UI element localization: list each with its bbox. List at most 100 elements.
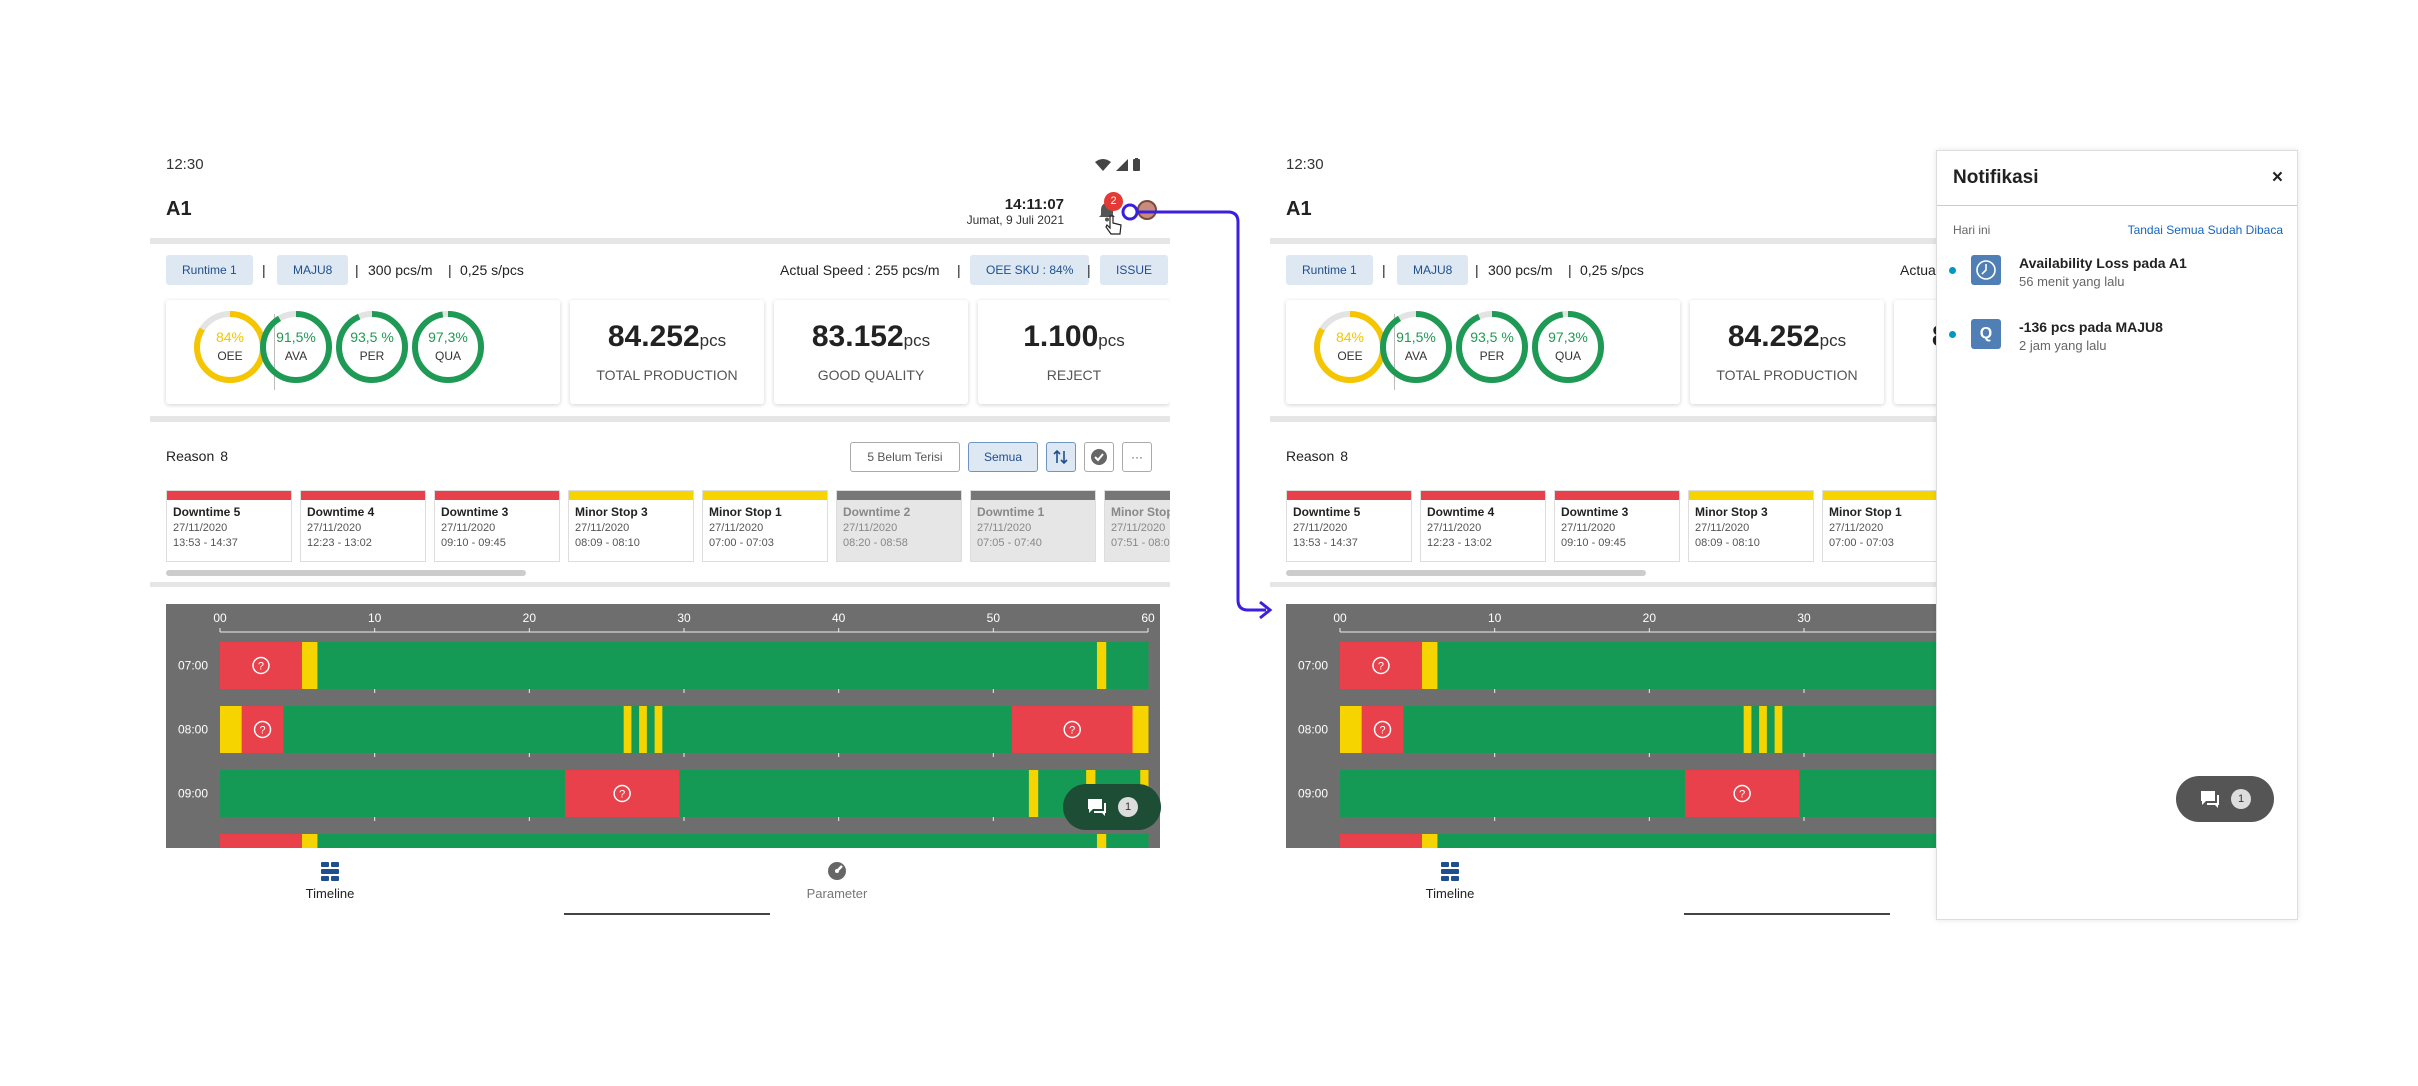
stat-card-total: 84.252pcs TOTAL PRODUCTION bbox=[1690, 300, 1884, 404]
timeline-segment-minor[interactable] bbox=[1028, 770, 1039, 817]
notification-title: Availability Loss pada A1 bbox=[2019, 255, 2187, 271]
sku-chip[interactable]: MAJU8 bbox=[277, 255, 349, 285]
notification-title: Notifikasi bbox=[1953, 167, 2039, 188]
unread-dot bbox=[1949, 331, 1956, 338]
timeline-segment-minor[interactable] bbox=[623, 706, 632, 753]
notification-item[interactable]: Availability Loss pada A1 56 menit yang … bbox=[1947, 253, 2287, 293]
nav-parameter[interactable]: Parameter bbox=[767, 860, 907, 901]
reason-time: 09:10 - 09:45 bbox=[1561, 537, 1626, 549]
scrollbar[interactable] bbox=[166, 570, 526, 576]
question-mark: ? bbox=[619, 789, 625, 801]
timeline-segment-minor[interactable] bbox=[654, 706, 663, 753]
timeline-segment-minor[interactable] bbox=[1774, 706, 1783, 753]
reason-card[interactable]: Downtime 4 27/11/2020 12:23 - 13:02 bbox=[300, 490, 426, 562]
timeline-segment-run bbox=[1340, 770, 1686, 817]
connector-line bbox=[1137, 210, 1266, 612]
gauge-value: 84% bbox=[1335, 329, 1365, 345]
nav-timeline[interactable]: Timeline bbox=[1380, 860, 1520, 901]
reason-date: 27/11/2020 bbox=[977, 522, 1032, 534]
timeline-segment-minor[interactable] bbox=[1421, 834, 1438, 848]
clock-time: 14:11:07 bbox=[1004, 196, 1064, 213]
reason-card[interactable]: Minor Stop 3 27/11/2020 08:09 - 08:10 bbox=[1688, 490, 1814, 562]
timeline-segment-minor[interactable] bbox=[301, 642, 318, 689]
close-icon[interactable]: × bbox=[2272, 167, 2283, 189]
question-mark: ? bbox=[1379, 725, 1385, 737]
divider bbox=[1937, 205, 2297, 206]
reason-header: Reason 8 bbox=[1286, 448, 1348, 464]
check-circle-icon[interactable] bbox=[1084, 442, 1114, 472]
speed-text: 300 pcs/m bbox=[1488, 262, 1553, 278]
reason-color-bar bbox=[569, 491, 693, 500]
timeline-segment-down[interactable] bbox=[220, 834, 303, 848]
gauge-value: 97,3% bbox=[428, 329, 468, 345]
mark-all-read-link[interactable]: Tandai Semua Sudah Dibaca bbox=[2128, 223, 2283, 237]
reason-card[interactable]: Downtime 1 27/11/2020 07:05 - 07:40 bbox=[970, 490, 1096, 562]
reason-card[interactable]: Downtime 5 27/11/2020 13:53 - 14:37 bbox=[166, 490, 292, 562]
sort-icon[interactable] bbox=[1046, 442, 1076, 472]
timeline-segment-minor[interactable] bbox=[220, 706, 243, 753]
filter-unfilled-button[interactable]: 5 Belum Terisi bbox=[850, 442, 960, 472]
chat-fab[interactable]: 1 bbox=[1063, 784, 1161, 830]
reason-card[interactable]: Downtime 5 27/11/2020 13:53 - 14:37 bbox=[1286, 490, 1412, 562]
reason-name: Downtime 3 bbox=[441, 505, 509, 519]
timeline-segment-down[interactable] bbox=[1340, 834, 1423, 848]
question-mark: ? bbox=[259, 725, 265, 737]
question-mark: ? bbox=[1069, 725, 1075, 737]
sku-chip[interactable]: MAJU8 bbox=[1397, 255, 1469, 285]
gauge-value: 97,3% bbox=[1548, 329, 1588, 345]
runtime-chip[interactable]: Runtime 1 bbox=[166, 255, 253, 285]
gauge-per: 93,5 % PER bbox=[334, 309, 410, 385]
scrollbar[interactable] bbox=[1286, 570, 1646, 576]
gauge-label: PER bbox=[1479, 349, 1505, 363]
reason-date: 27/11/2020 bbox=[1427, 522, 1482, 534]
timeline-segment-minor[interactable] bbox=[1743, 706, 1752, 753]
filter-all-button[interactable]: Semua bbox=[968, 442, 1038, 472]
hour-label: 07:00 bbox=[1298, 659, 1328, 673]
page-title: A1 bbox=[1286, 198, 1312, 220]
reason-card[interactable]: Downtime 2 27/11/2020 08:20 - 08:58 bbox=[836, 490, 962, 562]
chat-icon bbox=[1088, 799, 1106, 816]
reason-time: 13:53 - 14:37 bbox=[1293, 537, 1358, 549]
timeline-segment-minor[interactable] bbox=[1421, 642, 1438, 689]
runtime-chip[interactable]: Runtime 1 bbox=[1286, 255, 1373, 285]
timeline-segment-minor[interactable] bbox=[1096, 834, 1107, 848]
stat-label: TOTAL PRODUCTION bbox=[596, 367, 738, 383]
timeline-segment-minor[interactable] bbox=[301, 834, 318, 848]
gauge-value: 84% bbox=[215, 329, 245, 345]
gauge-label: PER bbox=[359, 349, 385, 363]
minute-tick-label: 40 bbox=[832, 611, 846, 625]
reason-card[interactable]: Minor Stop 3 27/11/2020 08:09 - 08:10 bbox=[568, 490, 694, 562]
reason-time: 08:20 - 08:58 bbox=[843, 537, 908, 549]
timeline-segment-minor[interactable] bbox=[1096, 642, 1107, 689]
reason-card[interactable]: Downtime 3 27/11/2020 09:10 - 09:45 bbox=[434, 490, 560, 562]
reason-name: Downtime 4 bbox=[1427, 505, 1495, 519]
separator: | bbox=[448, 262, 452, 278]
screen-main: 12:30 A1 14:11:07 Jumat, 9 Juli 2021 2 R… bbox=[150, 140, 1170, 920]
reason-card[interactable]: Minor Stop 1 27/11/2020 07:00 - 07:03 bbox=[702, 490, 828, 562]
timeline-segment-minor[interactable] bbox=[1340, 706, 1363, 753]
notification-item[interactable]: Q -136 pcs pada MAJU8 2 jam yang lalu bbox=[1947, 317, 2287, 357]
reason-time: 08:09 - 08:10 bbox=[1695, 537, 1760, 549]
nav-timeline[interactable]: Timeline bbox=[260, 860, 400, 901]
gauge-label: OEE bbox=[217, 349, 243, 363]
minute-tick-label: 20 bbox=[1643, 611, 1657, 625]
gauge-oee: 84% OEE bbox=[192, 309, 268, 385]
separator: | bbox=[355, 262, 359, 278]
reason-time: 07:05 - 07:40 bbox=[977, 537, 1042, 549]
timeline-segment-run bbox=[317, 834, 1098, 848]
timeline-segment-minor[interactable] bbox=[639, 706, 648, 753]
reason-card[interactable]: Downtime 4 27/11/2020 12:23 - 13:02 bbox=[1420, 490, 1546, 562]
cycle-text: 0,25 s/pcs bbox=[460, 262, 524, 278]
oee-sku-chip[interactable]: OEE SKU : 84% bbox=[970, 255, 1090, 285]
chat-fab[interactable]: 1 bbox=[2176, 776, 2274, 822]
timeline-segment-minor[interactable] bbox=[1132, 706, 1149, 753]
reason-card[interactable]: Downtime 3 27/11/2020 09:10 - 09:45 bbox=[1554, 490, 1680, 562]
notification-time: 56 menit yang lalu bbox=[2019, 274, 2125, 289]
timeline-segment-run bbox=[1106, 834, 1149, 848]
reason-time: 13:53 - 14:37 bbox=[173, 537, 238, 549]
gauge-fill bbox=[1532, 311, 1604, 383]
reason-card[interactable]: Minor Stop 1 27/11/2020 07:00 - 07:03 bbox=[1822, 490, 1948, 562]
nav-timeline-label: Timeline bbox=[1425, 886, 1475, 901]
reason-color-bar bbox=[837, 491, 961, 500]
timeline-segment-minor[interactable] bbox=[1759, 706, 1768, 753]
